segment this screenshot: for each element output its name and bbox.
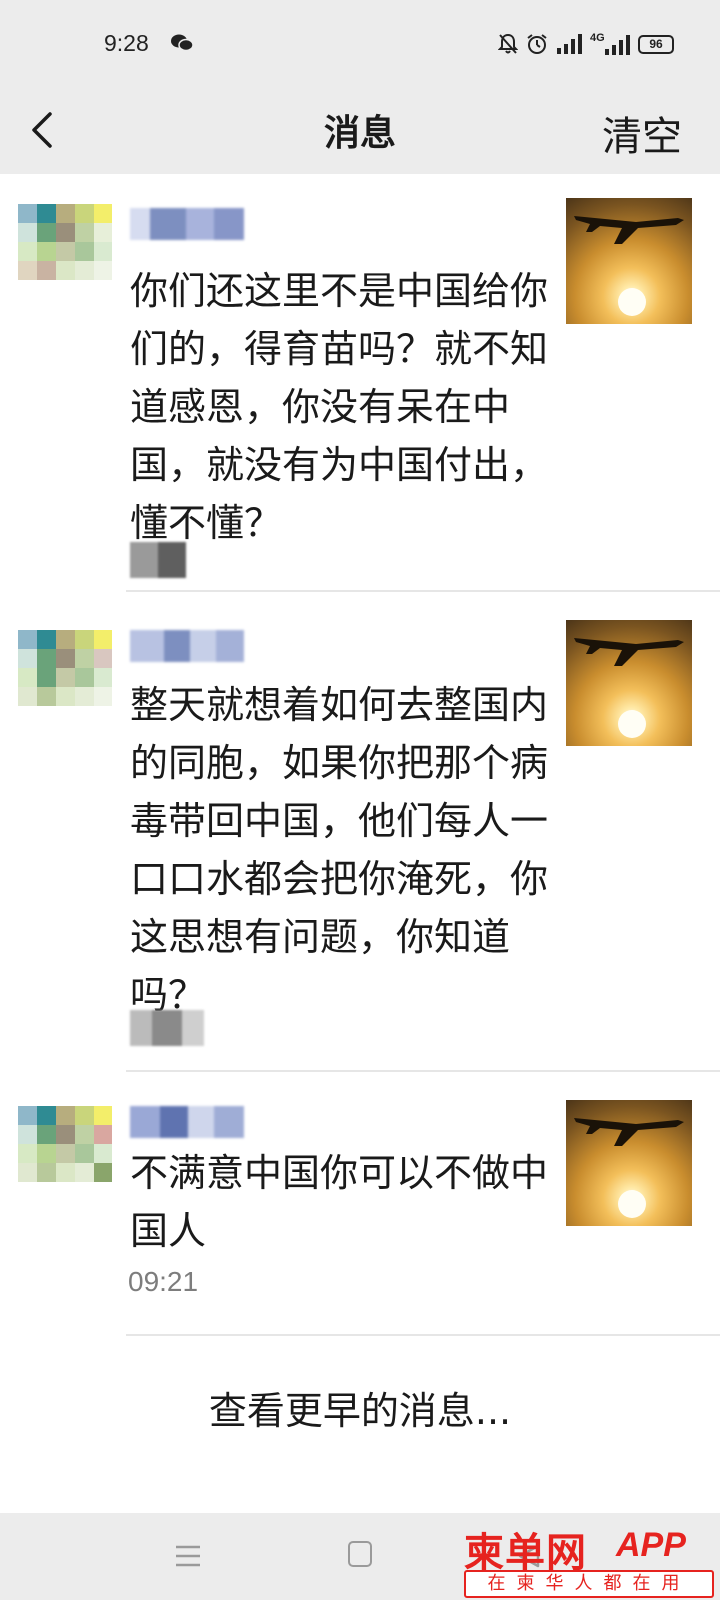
battery-icon: 96 <box>638 34 674 54</box>
menu-icon[interactable] <box>174 1543 202 1569</box>
home-square-icon[interactable] <box>348 1541 372 1567</box>
status-bar: 9:28 4G 96 <box>0 0 720 88</box>
status-time: 9:28 <box>104 30 149 56</box>
watermark-subtitle: 在柬华人都在用 <box>464 1570 714 1598</box>
watermark-app: APP <box>616 1526 686 1564</box>
message-item[interactable]: 不满意中国你可以不做中国人 09:21 <box>0 1074 720 1336</box>
airplane-sunset-thumbnail[interactable] <box>566 1100 692 1226</box>
watermark-logo: 柬单网 APP 在柬华人都在用 <box>464 1520 720 1600</box>
load-earlier-messages-link[interactable]: 查看更早的消息... <box>0 1380 720 1435</box>
divider <box>126 1070 720 1072</box>
status-icons: 4G 96 <box>498 32 674 56</box>
message-text: 不满意中国你可以不做中国人 <box>130 1151 549 1253</box>
airplane-icon <box>574 638 684 738</box>
divider <box>126 1334 720 1336</box>
divider <box>126 590 720 592</box>
alarm-icon <box>527 34 547 54</box>
message-time: 09:21 <box>128 1266 199 1297</box>
airplane-sunset-thumbnail[interactable] <box>566 620 692 746</box>
sender-name-blurred <box>130 628 246 664</box>
sender-name-blurred <box>130 1104 246 1140</box>
message-text: 整天就想着如何去整国内的同胞，如果你把那个病毒带回中国，他们每人一口口水都会把你… <box>130 683 549 1017</box>
signal-4g-icon: 4G <box>590 33 630 55</box>
airplane-sunset-thumbnail[interactable] <box>566 198 692 324</box>
message-item[interactable]: 整天就想着如何去整国内的同胞，如果你把那个病毒带回中国，他们每人一口口水都会把你… <box>0 594 720 1072</box>
mute-bell-icon <box>498 33 518 54</box>
message-item[interactable]: 你们还这里不是中国给你们的，得育苗吗？就不知道感恩，你没有呆在中国，就没有为中国… <box>0 174 720 592</box>
wechat-icon <box>171 34 194 52</box>
sender-name-blurred <box>130 206 246 242</box>
airplane-icon <box>574 216 684 316</box>
message-time-blurred <box>130 1010 204 1046</box>
message-time-blurred <box>130 542 204 578</box>
message-text: 你们还这里不是中国给你们的，得育苗吗？就不知道感恩，你没有呆在中国，就没有为中国… <box>130 269 549 545</box>
avatar[interactable] <box>18 204 112 280</box>
airplane-icon <box>574 1118 684 1218</box>
avatar[interactable] <box>18 1106 112 1182</box>
page-title: 消息 <box>323 113 396 154</box>
avatar[interactable] <box>18 630 112 706</box>
signal-icon <box>557 34 582 54</box>
